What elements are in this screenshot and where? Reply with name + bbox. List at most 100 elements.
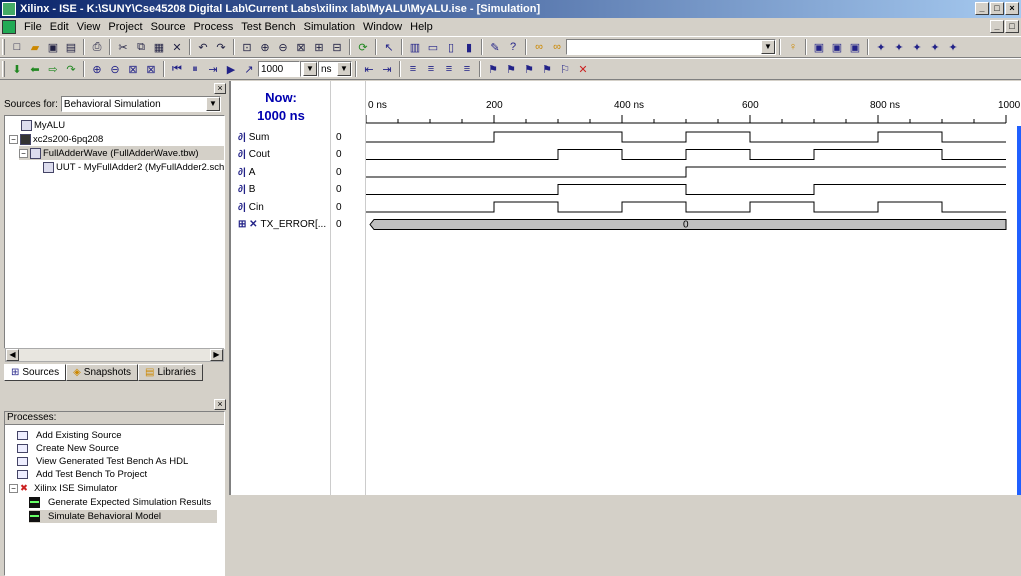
- save-all-icon[interactable]: ▤: [63, 39, 79, 55]
- tool-e-icon[interactable]: ✦: [945, 39, 961, 55]
- menu-edit[interactable]: Edit: [46, 21, 73, 33]
- copy-doc-icon[interactable]: ▣: [829, 39, 845, 55]
- indent-right-icon[interactable]: ⇥: [379, 61, 395, 77]
- document-icon[interactable]: [2, 20, 16, 34]
- paste-icon[interactable]: ▦: [151, 39, 167, 55]
- zoom-prev-icon[interactable]: ⊟: [329, 39, 345, 55]
- restart-icon[interactable]: ⏮: [169, 61, 185, 77]
- bookmark-2-icon[interactable]: ⚑: [503, 61, 519, 77]
- menu-test-bench[interactable]: Test Bench: [237, 21, 299, 33]
- close-button[interactable]: ×: [1005, 2, 1019, 15]
- tree-item-uut[interactable]: UUT - MyFullAdder2 (MyFullAdder2.sch: [43, 160, 224, 174]
- context-help-icon[interactable]: ?: [505, 39, 521, 55]
- signal-waveform-sum[interactable]: [366, 131, 1006, 143]
- menu-project[interactable]: Project: [104, 21, 146, 33]
- process-xilinx-ise-simulator[interactable]: − ✖ Xilinx ISE Simulator: [9, 482, 117, 495]
- wave-zoom-full-icon[interactable]: ⊠: [125, 61, 141, 77]
- tree-item-myalu[interactable]: MyALU: [9, 118, 65, 132]
- bookmark-5-icon[interactable]: ⚐: [557, 61, 573, 77]
- save-icon[interactable]: ▣: [45, 39, 61, 55]
- minimize-button[interactable]: _: [975, 2, 989, 15]
- layout-2-icon[interactable]: ▭: [425, 39, 441, 55]
- signal-waveform-a[interactable]: [366, 166, 1006, 178]
- align-4-icon[interactable]: ≡: [459, 61, 475, 77]
- sim-time-dropdown[interactable]: ▼: [300, 61, 318, 77]
- zoom-area-icon[interactable]: ⊞: [311, 39, 327, 55]
- signal-waveform-b[interactable]: [366, 184, 1006, 195]
- add-marker-icon[interactable]: ⬇: [9, 61, 25, 77]
- refresh-icon[interactable]: ⟳: [355, 39, 371, 55]
- marker-left-icon[interactable]: ⬅: [27, 61, 43, 77]
- zoom-fit-icon[interactable]: ⊡: [239, 39, 255, 55]
- maximize-button[interactable]: □: [990, 2, 1004, 15]
- tab-sources[interactable]: ⊞ Sources: [4, 364, 67, 381]
- signal-name-3[interactable]: ∂| B: [238, 182, 255, 198]
- sources-hscrollbar[interactable]: ◀ ▶: [5, 348, 224, 362]
- menu-help[interactable]: Help: [406, 21, 437, 33]
- tab-snapshots[interactable]: ◈ Snapshots: [66, 364, 139, 381]
- zoom-full-icon[interactable]: ⊠: [293, 39, 309, 55]
- collapse-toggle-icon[interactable]: −: [9, 134, 18, 144]
- find-in-files-icon[interactable]: ∞: [549, 39, 565, 55]
- tool-d-icon[interactable]: ✦: [927, 39, 943, 55]
- wave-zoom-in-icon[interactable]: ⊕: [89, 61, 105, 77]
- collapse-toggle-icon[interactable]: −: [19, 148, 28, 158]
- new-file-icon[interactable]: □: [9, 39, 25, 55]
- search-combo[interactable]: ▼: [566, 39, 776, 55]
- scroll-left-icon[interactable]: ◀: [6, 349, 19, 361]
- zoom-out-icon[interactable]: ⊖: [275, 39, 291, 55]
- waveform-canvas[interactable]: 0 ns 200 400 ns 600 800 ns 1000 0: [365, 81, 1021, 495]
- process-add-test-bench[interactable]: Add Test Bench To Project: [17, 468, 147, 481]
- sources-pane-close-button[interactable]: ×: [214, 83, 226, 94]
- layout-1-icon[interactable]: ▥: [407, 39, 423, 55]
- menu-file[interactable]: File: [20, 21, 46, 33]
- run-for-icon[interactable]: ↗: [241, 61, 257, 77]
- layout-4-icon[interactable]: ▮: [461, 39, 477, 55]
- search-dropdown-icon[interactable]: ▼: [761, 40, 775, 54]
- flag-doc-icon[interactable]: ▣: [847, 39, 863, 55]
- signal-waveform-cin[interactable]: [366, 201, 1006, 213]
- time-unit-dropdown-icon[interactable]: ▼: [337, 62, 351, 76]
- process-add-existing-source[interactable]: Add Existing Source: [17, 429, 122, 442]
- undo-icon[interactable]: ↶: [195, 39, 211, 55]
- edit-icon[interactable]: ✎: [487, 39, 503, 55]
- sources-for-dropdown-icon[interactable]: ▼: [205, 97, 220, 111]
- align-3-icon[interactable]: ≡: [441, 61, 457, 77]
- signal-name-2[interactable]: ∂| A: [238, 164, 255, 180]
- bookmark-3-icon[interactable]: ⚑: [521, 61, 537, 77]
- zoom-in-icon[interactable]: ⊕: [257, 39, 273, 55]
- process-view-test-bench-hdl[interactable]: View Generated Test Bench As HDL: [17, 455, 188, 468]
- tree-item-fulladderwave[interactable]: − FullAdderWave (FullAdderWave.tbw): [19, 146, 224, 160]
- waveform-vscrollbar[interactable]: [1017, 126, 1021, 495]
- align-2-icon[interactable]: ≡: [423, 61, 439, 77]
- find-icon[interactable]: ∞: [531, 39, 547, 55]
- tab-libraries[interactable]: ▤ Libraries: [138, 364, 203, 381]
- hint-bulb-icon[interactable]: ♀: [785, 39, 801, 55]
- signal-name-5[interactable]: ⊞ ✕ TX_ERROR[...: [238, 217, 326, 233]
- tool-a-icon[interactable]: ✦: [873, 39, 889, 55]
- pointer-icon[interactable]: ↖: [381, 39, 397, 55]
- align-1-icon[interactable]: ≡: [405, 61, 421, 77]
- signal-name-1[interactable]: ∂| Cout: [238, 147, 270, 163]
- menu-view[interactable]: View: [73, 21, 105, 33]
- cut-icon[interactable]: ✂: [115, 39, 131, 55]
- bookmark-4-icon[interactable]: ⚑: [539, 61, 555, 77]
- menu-simulation[interactable]: Simulation: [300, 21, 359, 33]
- process-generate-expected-results[interactable]: Generate Expected Simulation Results: [29, 496, 211, 509]
- doc-icon[interactable]: ▣: [811, 39, 827, 55]
- sim-time-dropdown-icon[interactable]: ▼: [303, 62, 317, 76]
- scroll-right-icon[interactable]: ▶: [210, 349, 223, 361]
- time-unit-select[interactable]: ns ▼: [318, 61, 352, 77]
- signal-name-0[interactable]: ∂| Sum: [238, 129, 269, 145]
- mdi-minimize-button[interactable]: _: [990, 20, 1004, 33]
- mdi-restore-button[interactable]: □: [1005, 20, 1019, 33]
- menu-process[interactable]: Process: [189, 21, 237, 33]
- wave-zoom-out-icon[interactable]: ⊖: [107, 61, 123, 77]
- bookmark-1-icon[interactable]: ⚑: [485, 61, 501, 77]
- tool-c-icon[interactable]: ✦: [909, 39, 925, 55]
- delete-icon[interactable]: ✕: [169, 39, 185, 55]
- print-icon[interactable]: ⎙: [89, 39, 105, 55]
- wave-zoom-area-icon[interactable]: ⊠: [143, 61, 159, 77]
- waveform-timeline[interactable]: 0 ns 200 400 ns 600 800 ns 1000 0: [365, 81, 1021, 495]
- marker-jump-icon[interactable]: ↷: [63, 61, 79, 77]
